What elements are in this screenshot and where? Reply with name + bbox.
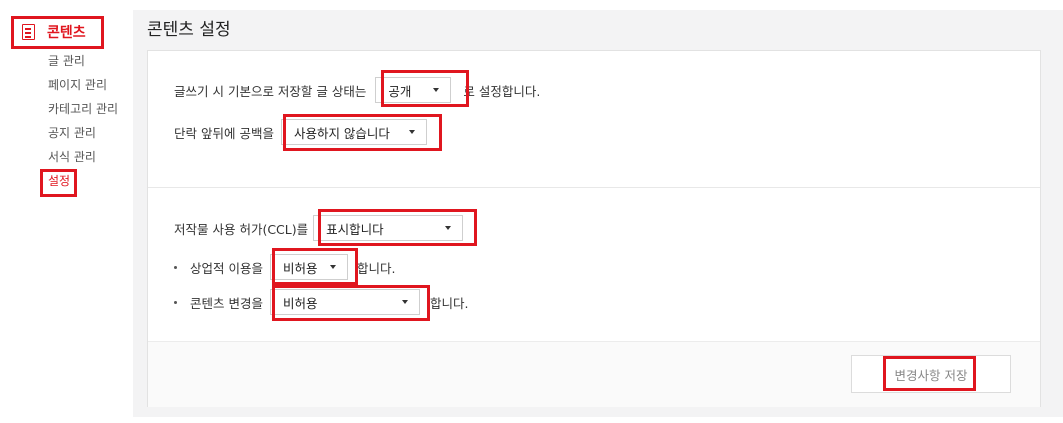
settings-card: 글쓰기 시 기본으로 저장할 글 상태는 공개 로 설정합니다. 단락 앞뒤에 … xyxy=(147,50,1041,407)
save-changes-button[interactable]: 변경사항 저장 xyxy=(851,355,1011,393)
chevron-down-icon xyxy=(433,88,440,92)
commercial-use-suffix: 합니다. xyxy=(356,260,396,276)
sidebar-item-posts[interactable]: 글 관리 xyxy=(48,52,118,76)
sidebar-menu: 글 관리 페이지 관리 카테고리 관리 공지 관리 서식 관리 설정 xyxy=(48,52,118,196)
default-state-row: 글쓰기 시 기본으로 저장할 글 상태는 공개 로 설정합니다. xyxy=(174,77,540,103)
sidebar-item-templates[interactable]: 서식 관리 xyxy=(48,148,118,172)
default-state-prefix: 글쓰기 시 기본으로 저장할 글 상태는 xyxy=(174,83,367,99)
modification-select[interactable]: 비허용 xyxy=(269,289,420,315)
sidebar-item-settings[interactable]: 설정 xyxy=(48,172,118,196)
chevron-down-icon xyxy=(408,130,415,134)
ccl-row: 저작물 사용 허가(CCL)를 표시합니다 xyxy=(174,215,464,241)
word-spacing-value: 사용하지 않습니다 xyxy=(293,125,390,141)
word-spacing-select[interactable]: 사용하지 않습니다 xyxy=(280,119,427,145)
document-icon xyxy=(22,24,35,40)
ccl-select[interactable]: 표시합니다 xyxy=(313,215,464,241)
chevron-down-icon xyxy=(401,300,408,304)
modification-suffix: 합니다. xyxy=(429,295,469,311)
ccl-prefix: 저작물 사용 허가(CCL)를 xyxy=(174,221,309,237)
commercial-use-prefix: 상업적 이용을 xyxy=(190,260,263,276)
sidebar-section-label: 콘텐츠 xyxy=(47,25,86,41)
chevron-down-icon xyxy=(445,226,452,230)
commercial-use-value: 비허용 xyxy=(282,260,318,276)
bullet-icon xyxy=(174,300,177,304)
word-spacing-row: 단락 앞뒤에 공백을 사용하지 않습니다 xyxy=(174,119,427,145)
commercial-use-row: 상업적 이용을 비허용 합니다. xyxy=(174,254,395,280)
modification-value: 비허용 xyxy=(282,295,318,311)
default-state-select[interactable]: 공개 xyxy=(375,77,452,103)
commercial-use-select[interactable]: 비허용 xyxy=(269,254,348,280)
sidebar: 콘텐츠 글 관리 페이지 관리 카테고리 관리 공지 관리 서식 관리 설정 xyxy=(0,0,133,423)
default-state-suffix: 로 설정합니다. xyxy=(463,83,541,99)
sidebar-section-content[interactable]: 콘텐츠 xyxy=(22,22,86,42)
sidebar-item-pages[interactable]: 페이지 관리 xyxy=(48,76,118,100)
sidebar-item-notices[interactable]: 공지 관리 xyxy=(48,124,118,148)
bullet-icon xyxy=(174,265,177,269)
modification-prefix: 콘텐츠 변경을 xyxy=(190,295,263,311)
default-state-value: 공개 xyxy=(388,83,412,99)
sidebar-item-categories[interactable]: 카테고리 관리 xyxy=(48,100,118,124)
section-divider xyxy=(148,187,1040,188)
ccl-value: 표시합니다 xyxy=(326,221,384,237)
chevron-down-icon xyxy=(329,265,336,269)
word-spacing-prefix: 단락 앞뒤에 공백을 xyxy=(174,125,274,141)
modification-row: 콘텐츠 변경을 비허용 합니다. xyxy=(174,289,468,315)
page-title: 콘텐츠 설정 xyxy=(147,20,231,40)
